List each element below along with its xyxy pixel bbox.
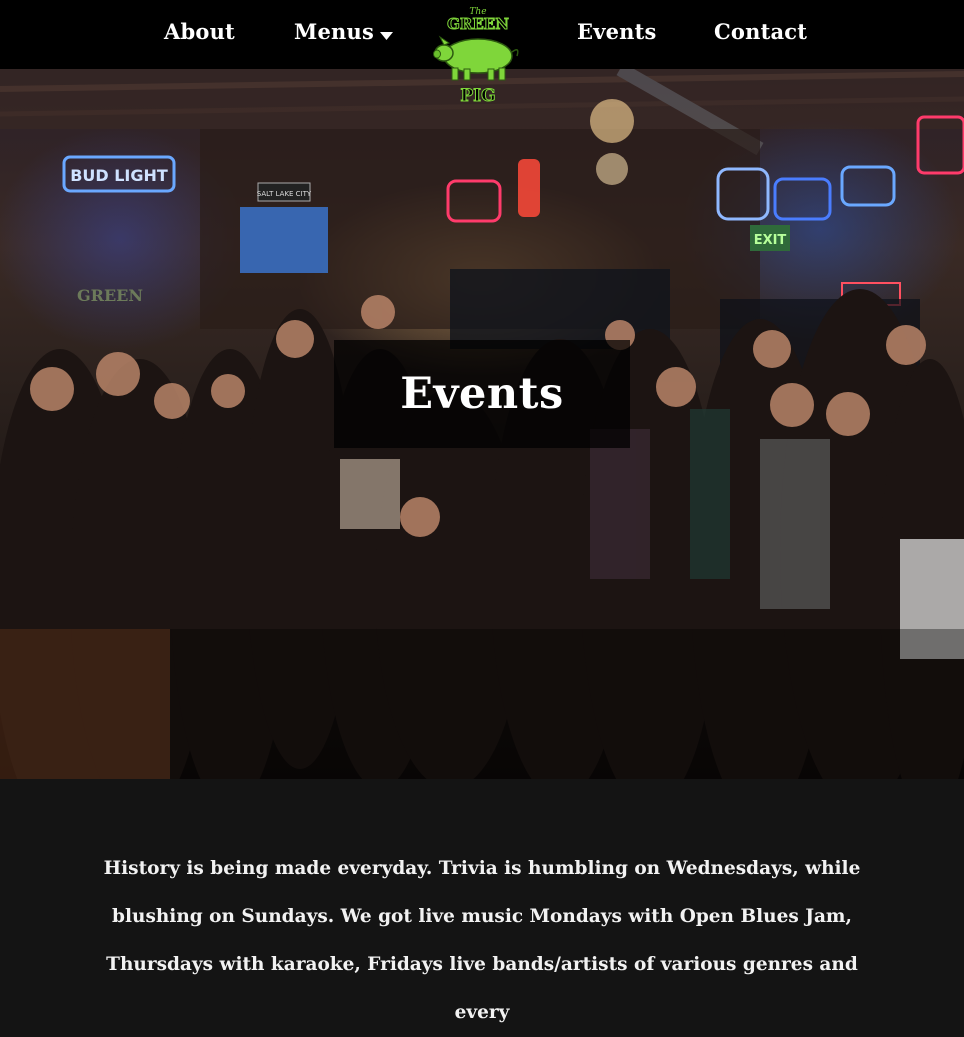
green-pig-logo[interactable]: The GREEN PIG <box>428 4 528 107</box>
nav-events-link[interactable]: Events <box>577 19 657 44</box>
exit-sign: EXIT <box>754 233 787 248</box>
nav-menus-link[interactable]: Menus <box>294 19 393 46</box>
nav-menus-label: Menus <box>294 19 374 44</box>
logo-pig-text: PIG <box>460 86 495 104</box>
caret-down-icon <box>379 21 393 46</box>
bud-light-sign: BUD LIGHT <box>70 166 168 185</box>
events-description: History is being made everyday. Trivia i… <box>103 858 861 1023</box>
green-wall-sign: GREEN <box>77 286 143 305</box>
events-content-section: History is being made everyday. Trivia i… <box>0 779 964 1023</box>
nav-about-link[interactable]: About <box>164 19 235 44</box>
hero-banner: BUD LIGHT SALT LAKE CITY EXIT GREEN Even… <box>0 69 964 779</box>
page-title: Events <box>400 369 564 419</box>
salt-lake-city-sign: SALT LAKE CITY <box>257 190 312 198</box>
logo-green-text: GREEN <box>447 15 509 33</box>
nav-contact-link[interactable]: Contact <box>714 19 807 44</box>
hero-title-box: Events <box>334 340 630 448</box>
pig-icon <box>433 35 519 81</box>
